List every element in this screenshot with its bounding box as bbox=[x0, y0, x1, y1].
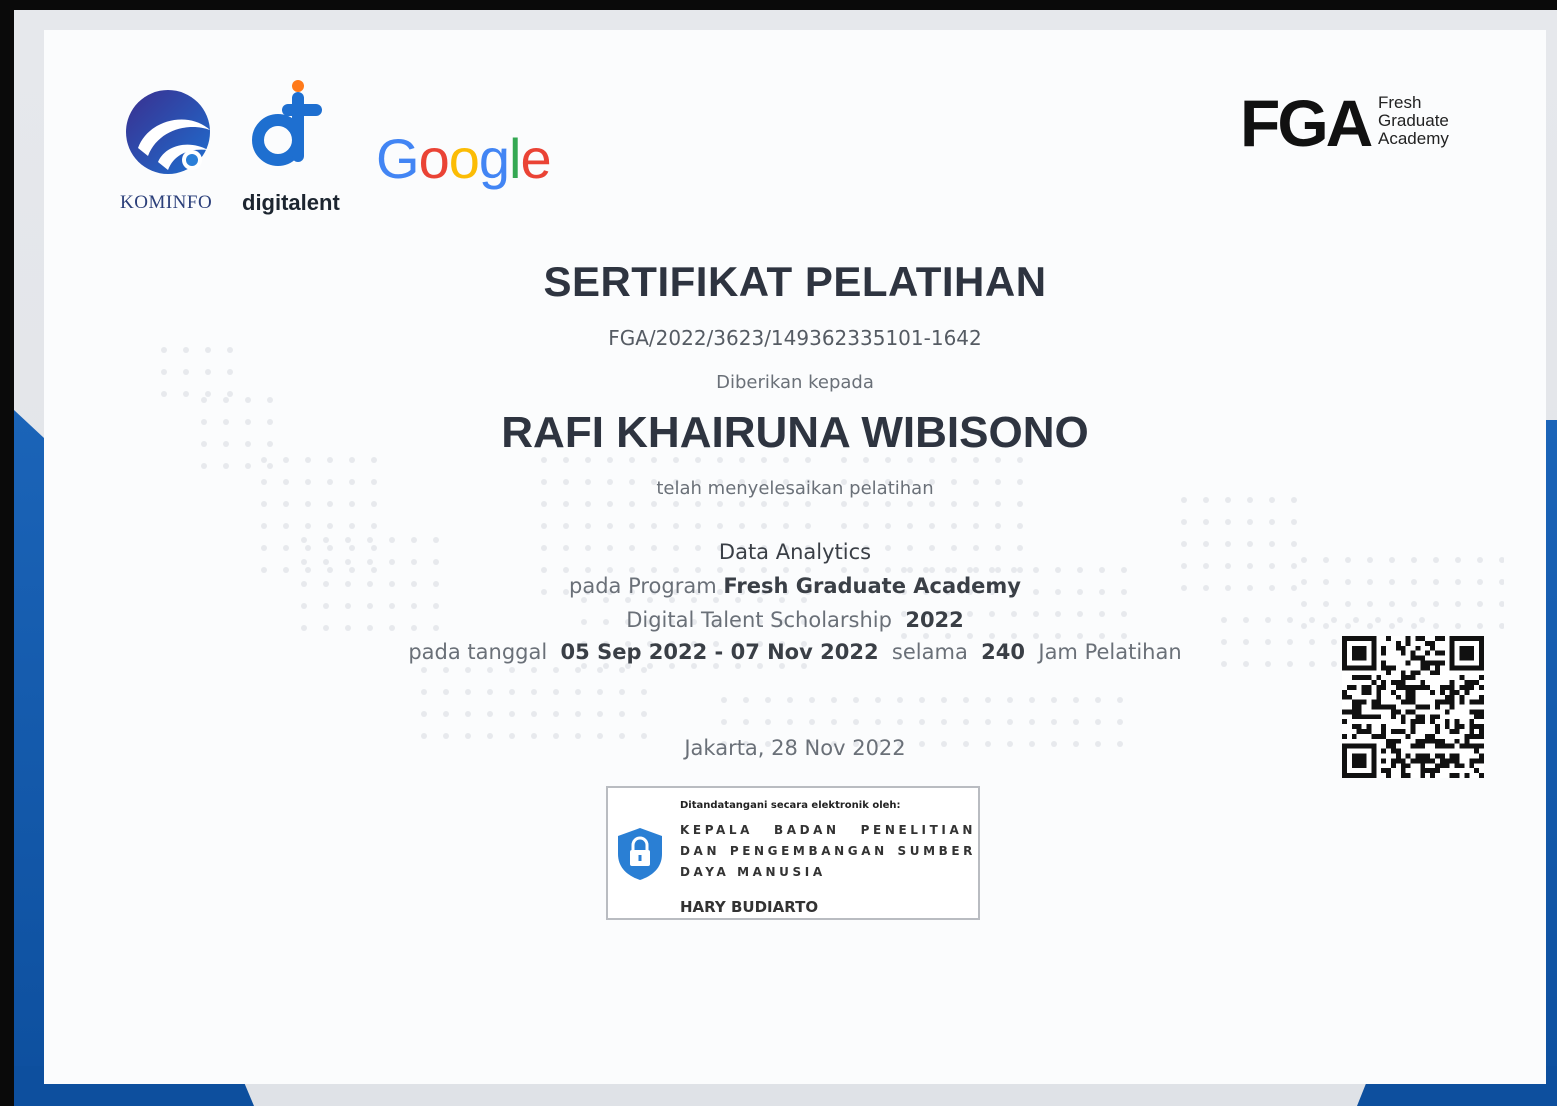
digitalent-label: digitalent bbox=[242, 190, 340, 215]
scholarship-line: Digital Talent Scholarship 2022 bbox=[44, 608, 1546, 632]
fga-sub-line: Academy bbox=[1378, 129, 1449, 148]
fga-mark: FGA bbox=[1240, 86, 1373, 160]
completed-label: telah menyelesaikan pelatihan bbox=[656, 478, 934, 499]
lock-shield-icon bbox=[618, 828, 662, 880]
date-range: 05 Sep 2022 - 07 Nov 2022 bbox=[560, 640, 879, 664]
scholarship-name: Digital Talent Scholarship bbox=[626, 608, 892, 632]
signer-position: KEPALA BADAN PENELITIAN DAN PENGEMBANGAN… bbox=[680, 823, 976, 879]
signature-label: Ditandatangani secara elektronik oleh: bbox=[680, 800, 901, 811]
scholarship-year: 2022 bbox=[905, 608, 964, 632]
date-prefix: pada tanggal bbox=[408, 640, 548, 664]
qr-code-icon bbox=[1342, 636, 1484, 778]
google-letter: l bbox=[509, 127, 521, 190]
training-hours: 240 bbox=[981, 640, 1026, 664]
program-line: pada Program Fresh Graduate Academy bbox=[44, 574, 1546, 598]
google-letter: g bbox=[478, 127, 510, 190]
signer-name: HARY BUDIARTO bbox=[680, 898, 819, 916]
electronic-signature-box: Ditandatangani secara elektronik oleh: K… bbox=[606, 786, 980, 920]
recipient-name: RAFI KHAIRUNA WIBISONO bbox=[501, 408, 1089, 457]
date-line: pada tanggal 05 Sep 2022 - 07 Nov 2022 s… bbox=[44, 640, 1546, 664]
given-to-label: Diberikan kepada bbox=[716, 372, 874, 393]
program-prefix: pada Program bbox=[569, 574, 717, 598]
fga-subtitle: Fresh Graduate Academy bbox=[1378, 94, 1498, 148]
certificate-number: FGA/2022/3623/149362335101-1642 bbox=[608, 326, 982, 350]
google-letter: e bbox=[520, 127, 551, 190]
certificate-paper: KOMINFO digitalent Google FGA Fresh Grad… bbox=[44, 30, 1546, 1084]
duration-prefix: selama bbox=[891, 640, 968, 664]
google-letter: o bbox=[418, 127, 450, 190]
certificate-title: SERTIFIKAT PELATIHAN bbox=[543, 258, 1047, 305]
place-date: Jakarta, 28 Nov 2022 bbox=[684, 736, 906, 760]
program-name: Fresh Graduate Academy bbox=[723, 574, 1021, 598]
hours-suffix: Jam Pelatihan bbox=[1038, 640, 1182, 664]
fga-sub-line: Graduate bbox=[1378, 111, 1449, 130]
fga-logo: FGA Fresh Graduate Academy bbox=[1240, 86, 1449, 160]
google-letter: G bbox=[376, 127, 420, 190]
google-logo: Google bbox=[376, 126, 552, 191]
google-letter: o bbox=[448, 127, 480, 190]
kominfo-label: KOMINFO bbox=[120, 192, 213, 213]
fga-sub-line: Fresh bbox=[1378, 93, 1422, 112]
course-name: Data Analytics bbox=[718, 540, 872, 564]
